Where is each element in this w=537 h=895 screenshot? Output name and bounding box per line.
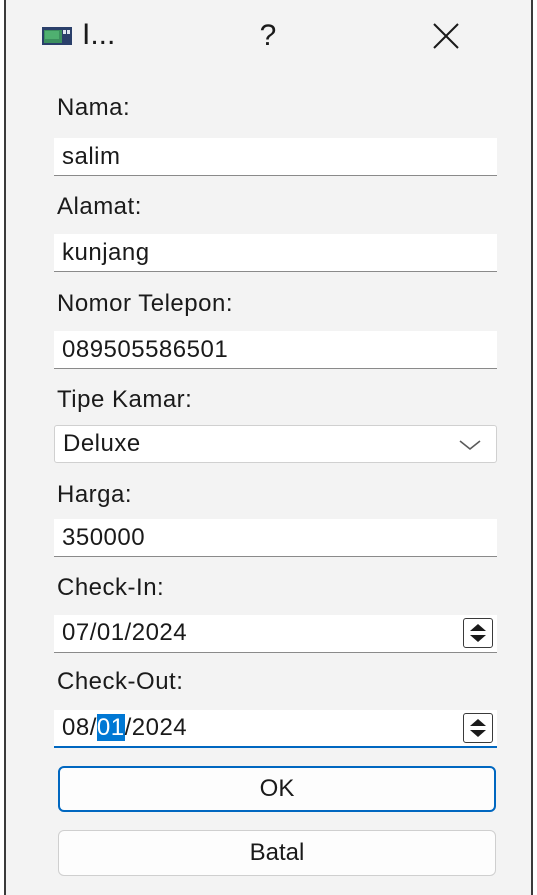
nama-field[interactable]	[54, 138, 497, 176]
tipe-kamar-select[interactable]: Deluxe	[54, 425, 497, 463]
telepon-input[interactable]	[62, 335, 482, 365]
check-out-day-part: 08/	[62, 714, 97, 741]
nama-label: Nama:	[57, 94, 131, 121]
spin-updown-icon	[470, 719, 486, 737]
check-out-date-edit[interactable]: 08/01/2024	[54, 710, 497, 748]
tipe-kamar-value: Deluxe	[63, 430, 141, 457]
check-out-label: Check-Out:	[57, 668, 184, 695]
close-icon	[433, 23, 459, 49]
title-bar[interactable]: I... ?	[6, 0, 531, 78]
help-button[interactable]: ?	[250, 14, 286, 58]
app-window-icon	[42, 27, 72, 45]
check-out-value: 08/01/2024	[62, 714, 187, 742]
harga-field[interactable]	[54, 519, 497, 557]
alamat-field[interactable]	[54, 234, 497, 272]
check-in-label: Check-In:	[57, 574, 165, 601]
tipe-kamar-label: Tipe Kamar:	[57, 386, 193, 413]
check-out-month-selected[interactable]: 01	[96, 714, 125, 741]
nama-input[interactable]	[62, 142, 482, 172]
alamat-input[interactable]	[62, 238, 482, 268]
check-out-year-part: /2024	[124, 714, 188, 741]
telepon-field[interactable]	[54, 331, 497, 369]
check-out-spin-button[interactable]	[463, 713, 493, 743]
harga-label: Harga:	[57, 481, 133, 508]
chevron-down-icon	[459, 440, 481, 451]
close-button[interactable]	[416, 14, 476, 58]
window-title: I...	[82, 18, 116, 51]
check-in-value: 07/01/2024	[62, 619, 188, 646]
check-in-spin-button[interactable]	[463, 618, 493, 648]
check-in-date-edit[interactable]: 07/01/2024	[54, 615, 497, 653]
input-dialog: I... ? Nama: Alamat: Nomor Telepon: Tipe…	[4, 0, 533, 895]
ok-button[interactable]: OK	[58, 766, 496, 812]
harga-input[interactable]	[62, 523, 482, 553]
alamat-label: Alamat:	[57, 193, 142, 220]
spin-updown-icon	[470, 624, 486, 642]
telepon-label: Nomor Telepon:	[57, 290, 233, 317]
cancel-button[interactable]: Batal	[58, 830, 496, 876]
